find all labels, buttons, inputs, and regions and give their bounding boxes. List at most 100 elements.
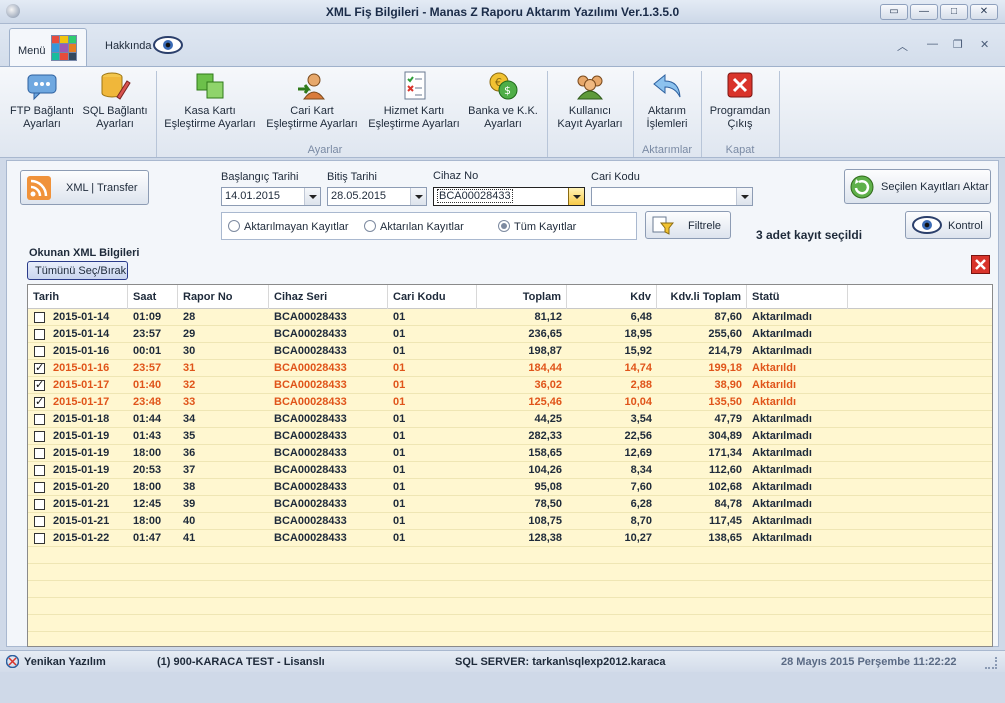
row-checkbox[interactable] <box>34 378 45 391</box>
cell-status: Aktarılmadı <box>752 413 812 425</box>
start-date-picker[interactable]: 14.01.2015 <box>221 187 321 206</box>
exit-program-button[interactable]: Programdan Çıkış <box>705 71 775 131</box>
table-row[interactable]: 2015-01-14 23:57 29 BCA00028433 01 236,65 18,9… <box>28 326 992 343</box>
table-row[interactable]: 2015-01-19 01:43 35 BCA00028433 01 282,33 22,5… <box>28 428 992 445</box>
table-row[interactable]: 2015-01-19 18:00 36 BCA00028433 01 158,65 12,6… <box>28 445 992 462</box>
col-account-code[interactable]: Cari Kodu <box>388 285 477 309</box>
close-icon[interactable]: ✕ <box>980 38 989 51</box>
chevron-down-icon[interactable] <box>410 188 426 205</box>
row-checkbox[interactable] <box>34 465 45 476</box>
radio-all[interactable]: Tüm Kayıtlar <box>498 220 576 233</box>
coins-icon: € $ <box>487 71 519 101</box>
xml-transfer-button[interactable]: XML | Transfer <box>20 170 149 205</box>
filter-icon <box>652 215 675 235</box>
tab-menu[interactable]: Menü <box>9 28 87 67</box>
chevron-down-icon[interactable] <box>736 188 752 205</box>
row-checkbox[interactable] <box>34 361 45 374</box>
table-row[interactable]: 2015-01-18 01:44 34 BCA00028433 01 44,25 3,54 4… <box>28 411 992 428</box>
service-card-mapping-button[interactable]: Hizmet Kartı Eşleştirme Ayarları <box>364 71 464 131</box>
chevron-down-icon[interactable] <box>568 188 584 205</box>
control-button[interactable]: Kontrol <box>905 211 991 239</box>
row-checkbox[interactable] <box>34 346 45 357</box>
cell-vat: 15,92 <box>624 345 652 357</box>
filter-button[interactable]: Filtrele <box>645 211 731 239</box>
table-row[interactable]: 2015-01-21 12:45 39 BCA00028433 01 78,50 6,28 8… <box>28 496 992 513</box>
bank-cc-settings-button[interactable]: € $ Banka ve K.K. Ayarları <box>466 71 540 131</box>
device-no-select[interactable]: BCA00028433 <box>433 187 585 206</box>
col-time[interactable]: Saat <box>128 285 178 309</box>
refresh-icon <box>850 175 874 199</box>
col-date[interactable]: Tarih <box>28 285 128 309</box>
chevron-down-icon[interactable] <box>304 188 320 205</box>
cell-account: 01 <box>393 515 406 527</box>
row-checkbox[interactable] <box>34 312 45 323</box>
cell-serial: BCA00028433 <box>274 311 347 323</box>
account-code-select[interactable] <box>591 187 753 206</box>
table-row[interactable]: 2015-01-17 01:40 32 BCA00028433 01 36,02 2,88 3… <box>28 377 992 394</box>
row-checkbox[interactable] <box>34 533 45 544</box>
radio-sent[interactable]: Aktarılan Kayıtlar <box>364 220 464 233</box>
table-row[interactable]: 2015-01-20 18:00 38 BCA00028433 01 95,08 7,60 1… <box>28 479 992 496</box>
maximize-button[interactable]: □ <box>940 4 968 20</box>
collapse-ribbon-icon[interactable]: ︿ <box>897 38 908 54</box>
cell-vat: 10,04 <box>624 396 652 408</box>
table-row[interactable]: 2015-01-16 00:01 30 BCA00028433 01 198,87 15,9… <box>28 343 992 360</box>
minimize-button[interactable]: — <box>910 4 938 20</box>
transfer-operations-button[interactable]: Aktarım İşlemleri <box>637 71 697 131</box>
cell-total: 104,26 <box>528 464 562 476</box>
ftp-settings-button[interactable]: FTP Bağlantı Ayarları <box>8 71 76 131</box>
select-all-button[interactable]: Tümünü Seç/Bırak <box>27 261 128 280</box>
cell-account: 01 <box>393 396 406 408</box>
row-checkbox[interactable] <box>34 499 45 510</box>
table-row[interactable]: 2015-01-16 23:57 31 BCA00028433 01 184,44 14,7… <box>28 360 992 377</box>
cash-card-mapping-button[interactable]: Kasa Kartı Eşleştirme Ayarları <box>160 71 260 131</box>
empty-row <box>28 547 992 564</box>
minimize-icon[interactable]: — <box>927 38 938 50</box>
tab-about[interactable]: Hakkında <box>105 40 151 52</box>
clear-close-icon[interactable] <box>971 255 990 274</box>
col-vat[interactable]: Kdv <box>567 285 657 309</box>
table-row[interactable]: 2015-01-14 01:09 28 BCA00028433 01 81,12 6,48 8… <box>28 309 992 326</box>
cell-time: 12:45 <box>133 498 162 510</box>
cell-report: 36 <box>183 447 196 459</box>
cell-total: 158,65 <box>528 447 562 459</box>
radio-not-sent[interactable]: Aktarılmayan Kayıtlar <box>228 220 349 233</box>
table-row[interactable]: 2015-01-21 18:00 40 BCA00028433 01 108,75 8,70… <box>28 513 992 530</box>
table-row[interactable]: 2015-01-19 20:53 37 BCA00028433 01 104,26 8,34… <box>28 462 992 479</box>
col-report-no[interactable]: Rapor No <box>178 285 269 309</box>
main-content: XML | Transfer Başlangıç Tarihi 14.01.20… <box>6 160 999 647</box>
transfer-selected-button[interactable]: Seçilen Kayıtları Aktar <box>844 169 991 204</box>
resize-grip-icon[interactable] <box>985 657 997 669</box>
row-checkbox[interactable] <box>34 448 45 459</box>
cell-total-vat: 304,89 <box>708 430 742 442</box>
cell-total: 128,38 <box>528 532 562 544</box>
sql-settings-button[interactable]: SQL Bağlantı Ayarları <box>80 71 150 131</box>
row-checkbox[interactable] <box>34 516 45 527</box>
row-checkbox[interactable] <box>34 431 45 442</box>
cell-vat: 6,48 <box>630 311 652 323</box>
row-checkbox[interactable] <box>34 329 45 340</box>
table-row[interactable]: 2015-01-22 01:47 41 BCA00028433 01 128,38 10,2… <box>28 530 992 547</box>
close-button[interactable]: ✕ <box>970 4 998 20</box>
cell-serial: BCA00028433 <box>274 481 347 493</box>
window-title: XML Fiş Bilgileri - Manas Z Raporu Aktar… <box>325 5 680 19</box>
row-checkbox[interactable] <box>34 414 45 425</box>
end-date-picker[interactable]: 28.05.2015 <box>327 187 427 206</box>
cell-vat: 22,56 <box>624 430 652 442</box>
col-status[interactable]: Statü <box>747 285 848 309</box>
account-card-mapping-button[interactable]: Cari Kart Eşleştirme Ayarları <box>262 71 362 131</box>
cell-status: Aktarılmadı <box>752 498 812 510</box>
user-settings-button[interactable]: Kullanıcı Kayıt Ayarları <box>552 71 628 131</box>
table-row[interactable]: 2015-01-17 23:48 33 BCA00028433 01 125,46 10,0… <box>28 394 992 411</box>
row-checkbox[interactable] <box>34 395 45 408</box>
col-total-with-vat[interactable]: Kdv.li Toplam <box>657 285 747 309</box>
restore-window-icon[interactable]: ▭ <box>880 4 908 20</box>
row-checkbox[interactable] <box>34 482 45 493</box>
restore-icon[interactable]: ❐ <box>953 38 963 51</box>
col-device-serial[interactable]: Cihaz Seri <box>269 285 388 309</box>
cell-status: Aktarıldı <box>752 379 797 391</box>
cell-vat: 12,69 <box>624 447 652 459</box>
cell-serial: BCA00028433 <box>274 345 347 357</box>
col-total[interactable]: Toplam <box>477 285 567 309</box>
cell-total-vat: 255,60 <box>708 328 742 340</box>
